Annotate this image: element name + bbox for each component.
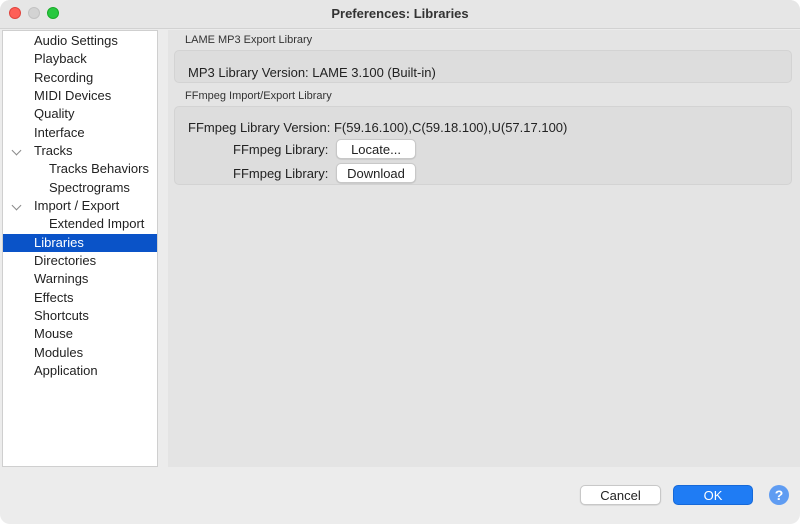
sidebar-item-quality[interactable]: Quality <box>3 105 157 123</box>
sidebar-item-effects[interactable]: Effects <box>3 289 157 307</box>
sidebar-item-modules[interactable]: Modules <box>3 344 157 362</box>
ffmpeg-group-box: FFmpeg Library Version: F(59.16.100),C(5… <box>174 106 792 185</box>
lame-group-box: MP3 Library Version: LAME 3.100 (Built-i… <box>174 50 792 83</box>
sidebar-item-label: Tracks Behaviors <box>49 161 149 176</box>
sidebar-item-tracks[interactable]: Tracks <box>3 142 157 160</box>
sidebar-item-tracks-behaviors[interactable]: Tracks Behaviors <box>3 160 157 178</box>
ok-button[interactable]: OK <box>673 485 753 505</box>
sidebar-item-audio-settings[interactable]: Audio Settings <box>3 32 157 50</box>
cancel-button[interactable]: Cancel <box>580 485 661 505</box>
help-icon[interactable]: ? <box>769 485 789 505</box>
sidebar-item-label: Shortcuts <box>34 308 89 323</box>
sidebar-item-directories[interactable]: Directories <box>3 252 157 270</box>
sidebar-item-recording[interactable]: Recording <box>3 69 157 87</box>
sidebar-item-label: Application <box>34 363 98 378</box>
sidebar-item-spectrograms[interactable]: Spectrograms <box>3 179 157 197</box>
sidebar-item-shortcuts[interactable]: Shortcuts <box>3 307 157 325</box>
sidebar-item-label: Interface <box>34 125 85 140</box>
sidebar-item-interface[interactable]: Interface <box>3 124 157 142</box>
sidebar-item-label: Warnings <box>34 271 89 286</box>
libraries-panel: LAME MP3 Export Library MP3 Library Vers… <box>168 30 800 467</box>
download-button[interactable]: Download <box>336 163 416 183</box>
preferences-category-tree[interactable]: Audio Settings Playback Recording MIDI D… <box>2 30 158 467</box>
sidebar-item-warnings[interactable]: Warnings <box>3 270 157 288</box>
sidebar-item-label: Tracks <box>34 143 73 158</box>
ffmpeg-version-text: FFmpeg Library Version: F(59.16.100),C(5… <box>188 120 568 135</box>
window-title: Preferences: Libraries <box>331 6 469 21</box>
sidebar-item-label: Spectrograms <box>49 180 130 195</box>
preferences-window: Preferences: Libraries Audio Settings Pl… <box>0 0 800 524</box>
sidebar-item-extended-import[interactable]: Extended Import <box>3 215 157 233</box>
locate-button[interactable]: Locate... <box>336 139 416 159</box>
sidebar-item-label: Recording <box>34 70 94 85</box>
sidebar-item-mouse[interactable]: Mouse <box>3 325 157 343</box>
sidebar-item-label: Playback <box>34 51 87 66</box>
sidebar-item-libraries[interactable]: Libraries <box>3 234 157 252</box>
sidebar-item-label: Modules <box>34 345 84 360</box>
sidebar-item-label: Directories <box>34 253 97 268</box>
sidebar-item-application[interactable]: Application <box>3 362 157 380</box>
sidebar-item-label: Quality <box>34 106 75 121</box>
sidebar-item-playback[interactable]: Playback <box>3 50 157 68</box>
sidebar-item-label: Effects <box>34 290 74 305</box>
sidebar-item-label: MIDI Devices <box>34 88 112 103</box>
sidebar-item-label: Audio Settings <box>34 33 118 48</box>
lame-group-title: LAME MP3 Export Library <box>185 34 313 46</box>
sidebar-item-label: Mouse <box>34 326 74 341</box>
title-bar[interactable]: Preferences: Libraries <box>0 0 800 29</box>
ffmpeg-locate-label: FFmpeg Library: <box>233 142 329 157</box>
sidebar-item-label: Extended Import <box>49 216 145 231</box>
ffmpeg-group-title: FFmpeg Import/Export Library <box>185 90 332 102</box>
chevron-down-icon[interactable] <box>11 200 22 211</box>
lame-version-text: MP3 Library Version: LAME 3.100 (Built-i… <box>188 65 436 80</box>
sidebar-item-midi-devices[interactable]: MIDI Devices <box>3 87 157 105</box>
sidebar-item-label: Import / Export <box>34 198 120 213</box>
chevron-down-icon[interactable] <box>11 145 22 156</box>
sidebar-item-label: Libraries <box>34 235 84 250</box>
sidebar-item-import-export[interactable]: Import / Export <box>3 197 157 215</box>
ffmpeg-download-label: FFmpeg Library: <box>233 166 329 181</box>
